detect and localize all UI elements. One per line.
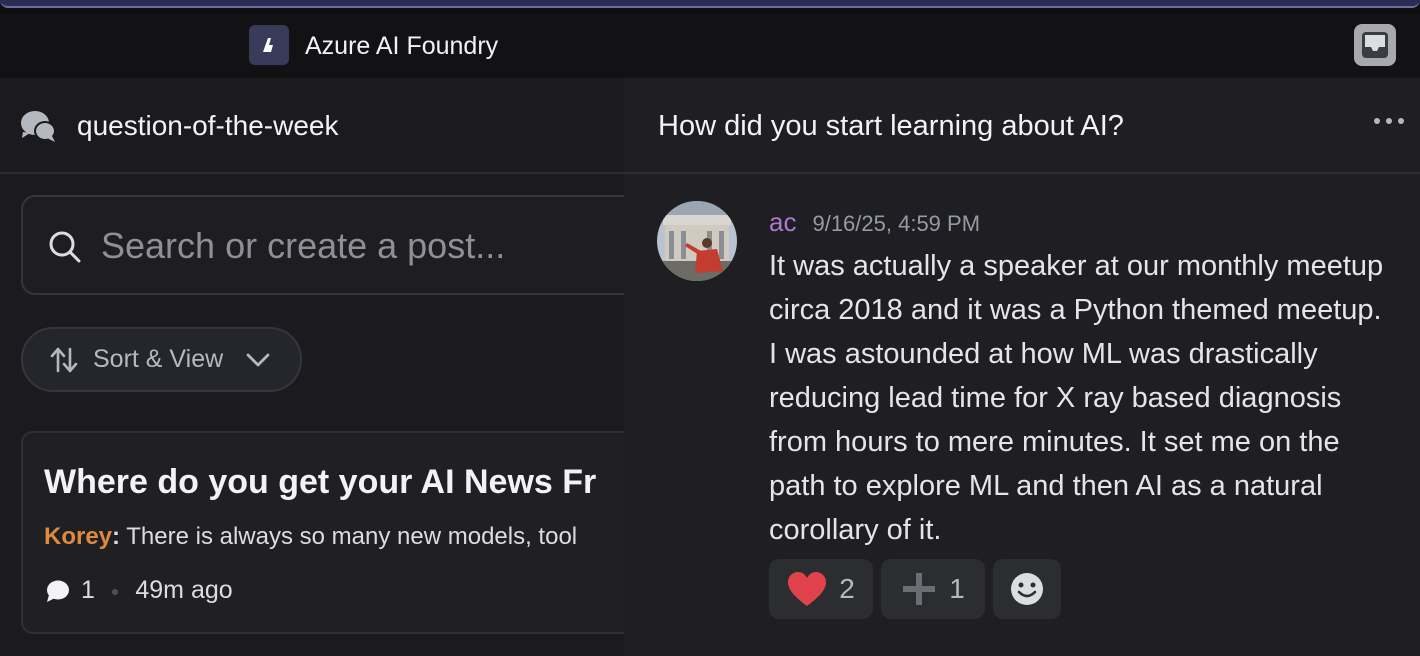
- reaction-heart[interactable]: 2: [769, 559, 873, 619]
- sort-arrows-icon: [50, 347, 78, 372]
- reaction-plus[interactable]: 1: [881, 559, 985, 619]
- add-reaction-button[interactable]: [993, 559, 1061, 619]
- reply-bubble-icon: [47, 580, 69, 602]
- inbox-icon: [1362, 32, 1388, 58]
- sort-and-view-button[interactable]: Sort & View: [21, 327, 302, 392]
- post-meta: 1 ● 49m ago: [45, 576, 233, 605]
- post-age: 49m ago: [135, 576, 233, 604]
- forum-channel-icon: [21, 111, 56, 142]
- browser-top-edge: [0, 0, 1420, 14]
- thread-header: How did you start learning about AI?: [624, 78, 1420, 174]
- post-author[interactable]: Korey: [44, 523, 112, 550]
- post-search-box[interactable]: [21, 195, 624, 295]
- plus-icon: [903, 573, 936, 605]
- search-input[interactable]: [101, 223, 621, 269]
- forum-post-card[interactable]: Where do you get your AI News Fr Korey: …: [21, 431, 624, 634]
- heart-icon: [788, 572, 827, 606]
- post-author-separator: :: [112, 523, 121, 550]
- title-bar: Azure AI Foundry: [0, 14, 1420, 78]
- channel-header: question-of-the-week: [0, 78, 624, 174]
- message-body: It was actually a speaker at our monthly…: [769, 250, 1384, 546]
- thread-panel: How did you start learning about AI? ac …: [624, 78, 1420, 656]
- sort-label: Sort & View: [93, 345, 224, 373]
- message-header: ac 9/16/25, 4:59 PM: [769, 207, 980, 238]
- message-username[interactable]: ac: [769, 207, 796, 238]
- more-options-icon[interactable]: [1374, 118, 1404, 124]
- reaction-bar: 2 1: [769, 559, 1061, 619]
- forum-panel: question-of-the-week Sort & View Where d…: [0, 78, 624, 656]
- inbox-button[interactable]: [1354, 24, 1396, 66]
- post-title: Where do you get your AI News Fr: [44, 463, 597, 501]
- reply-count: 1: [81, 576, 95, 604]
- search-icon: [49, 231, 81, 263]
- plus-count: 1: [949, 573, 965, 604]
- post-preview-text: There is always so many new models, tool: [120, 523, 578, 550]
- meta-separator: ●: [110, 582, 120, 599]
- avatar[interactable]: [657, 201, 737, 281]
- post-preview: Korey: There is always so many new model…: [44, 523, 577, 551]
- heart-count: 2: [839, 573, 855, 604]
- app-logo-icon: [249, 25, 289, 65]
- message-timestamp: 9/16/25, 4:59 PM: [812, 211, 981, 236]
- chevron-down-icon: [246, 353, 270, 366]
- add-reaction-icon: [1011, 573, 1043, 605]
- channel-name: question-of-the-week: [77, 110, 339, 141]
- thread-title: How did you start learning about AI?: [658, 110, 1124, 142]
- app-title: Azure AI Foundry: [305, 32, 499, 60]
